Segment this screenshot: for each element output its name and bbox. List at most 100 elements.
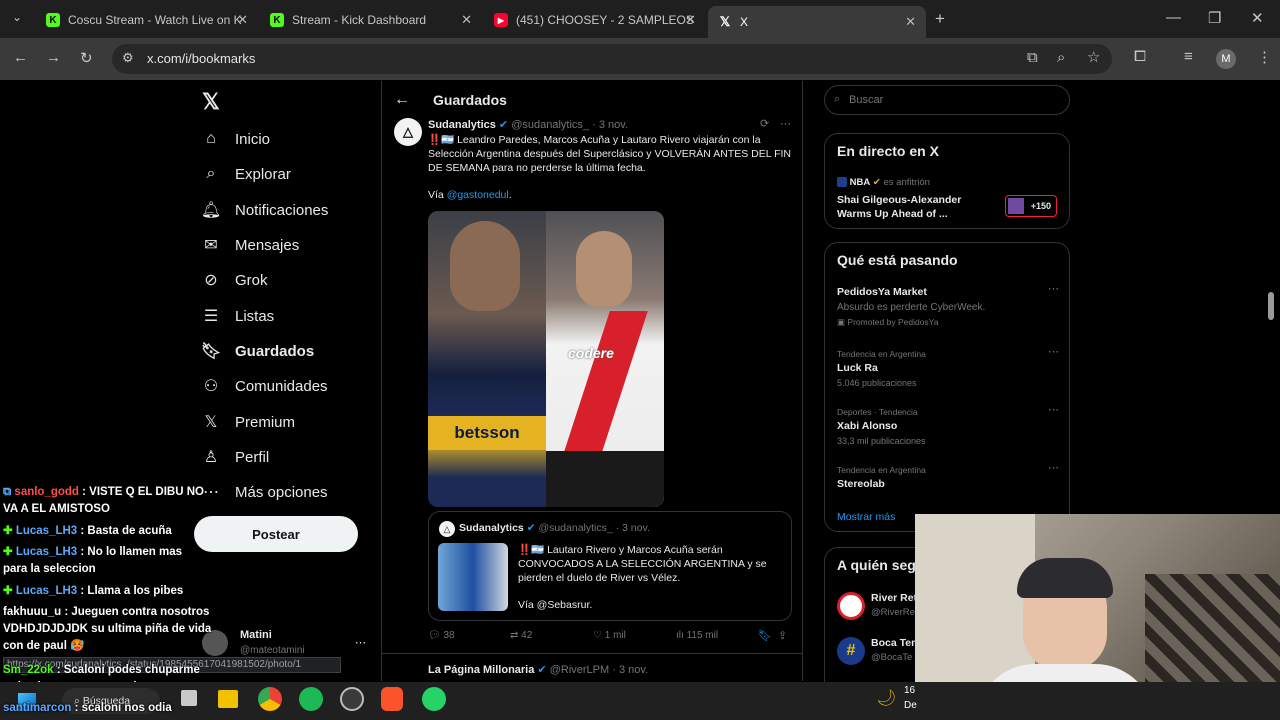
trend-item[interactable]: Tendencia en Argentina Luck Ra 5.046 pub…	[837, 346, 1059, 388]
close-window-icon[interactable]: ✕	[1251, 9, 1264, 27]
post-button[interactable]: Postear	[194, 516, 358, 552]
extensions-icon[interactable]: ⧠	[1134, 48, 1146, 65]
nav-label: Inicio	[235, 130, 271, 148]
spotify-icon[interactable]	[299, 687, 323, 711]
tweet-author[interactable]: Sudanalytics	[428, 119, 496, 131]
night-light-icon[interactable]: 🌙︎	[876, 688, 896, 708]
live-event[interactable]: Shai Gilgeous-Alexander Warms Up Ahead o…	[837, 193, 997, 221]
views-count: 115 mil	[686, 630, 719, 641]
quote-handle: @sudanalytics_	[538, 522, 613, 534]
nav-item-listas[interactable]: ☰ Listas	[202, 307, 275, 326]
mention-link[interactable]: @gastonedul	[447, 189, 509, 201]
brave-icon[interactable]	[381, 687, 403, 711]
trend-more-icon[interactable]: ⋯	[1048, 282, 1059, 295]
chat-badge-icon: ⧉	[3, 486, 12, 498]
search-input[interactable]: ⌕ Buscar	[824, 85, 1070, 115]
follow-name[interactable]: River Ret	[871, 592, 917, 604]
nav-item-perfil[interactable]: ♙ Perfil	[202, 448, 269, 467]
bookmark-icon[interactable]: 🔖︎	[758, 629, 772, 642]
minimize-icon[interactable]: —	[1166, 9, 1181, 26]
tab-youtube[interactable]: ▶ (451) CHOOSEY - 2 SAMPLEOS ✕	[484, 6, 706, 34]
site-info-icon[interactable]: ⚙	[122, 50, 134, 66]
url-field[interactable]: ⚙ x.com/i/bookmarks	[112, 44, 1112, 74]
menu-icon[interactable]: ⋮	[1257, 48, 1272, 66]
show-more-link[interactable]: Mostrar más	[837, 511, 895, 523]
views-button[interactable]: ılı 115 mil	[676, 630, 718, 641]
retweet-button[interactable]: ⇄ 42	[510, 630, 532, 641]
tweet-image[interactable]: betsson codere	[428, 211, 664, 507]
whatsapp-icon[interactable]	[422, 687, 446, 711]
close-icon[interactable]: ✕	[685, 12, 696, 28]
nav-item-explorar[interactable]: ⌕ Explorar	[202, 165, 291, 183]
reply-icon: 💬︎	[428, 630, 441, 641]
nav-label: Listas	[235, 307, 275, 325]
back-arrow-icon[interactable]: ←	[394, 91, 410, 109]
tweet-text: ‼️🇦🇷 Leandro Paredes, Marcos Acuña y Lau…	[428, 134, 792, 174]
page-scrollbar[interactable]	[1268, 292, 1274, 320]
chat-message: ✚ Lucas_LH3 : Llama a los pibes	[3, 583, 203, 600]
betsson-logo: betsson	[428, 416, 546, 450]
tab-coscu-stream[interactable]: K Coscu Stream - Watch Live on K ✕	[36, 6, 258, 34]
avatar[interactable]: △	[394, 118, 422, 146]
trend-item[interactable]: Deportes · Tendencia Xabi Alonso 33,3 mi…	[837, 404, 1059, 446]
reply-button[interactable]: 💬︎ 38	[428, 630, 455, 641]
profile-avatar[interactable]: M	[1216, 49, 1236, 69]
account-more-icon[interactable]: ⋯	[355, 636, 366, 649]
chrome-icon[interactable]	[258, 687, 282, 711]
tweet-more-icon[interactable]: ⋯	[780, 117, 791, 130]
live-host-suffix: es anfitrión	[883, 177, 930, 188]
forward-icon[interactable]: →	[46, 49, 61, 66]
tab-x[interactable]: 𝕏 X ✕	[708, 6, 926, 38]
tab-kick-dashboard[interactable]: K Stream - Kick Dashboard ✕	[260, 6, 482, 34]
trend-more-icon[interactable]: ⋯	[1048, 403, 1059, 416]
install-app-icon[interactable]: ⧉	[1027, 49, 1038, 66]
like-button[interactable]: ♡ 1 mil	[593, 630, 626, 641]
x-logo-icon[interactable]: 𝕏	[202, 89, 220, 115]
media-icon[interactable]: ≡	[1184, 48, 1193, 65]
trend-more-icon[interactable]: ⋯	[1048, 461, 1059, 474]
clock-date[interactable]: De	[904, 700, 917, 711]
new-tab-button[interactable]: +	[935, 9, 945, 29]
account-handle: @mateotamini	[240, 645, 305, 656]
file-explorer-icon[interactable]	[218, 690, 238, 708]
quote-via: Vía @Sebasrur.	[518, 599, 593, 611]
nav-item-mas-opciones[interactable]: ⋯ Más opciones	[202, 483, 328, 502]
views-icon: ılı	[676, 630, 684, 641]
codere-logo: codere	[568, 345, 614, 361]
follow-name[interactable]: Boca Ten	[871, 637, 917, 649]
nav-item-mensajes[interactable]: ✉ Mensajes	[202, 236, 299, 255]
trend-name: Xabi Alonso	[837, 420, 898, 432]
nav-item-guardados[interactable]: 🔖︎ Guardados	[201, 342, 314, 361]
zoom-icon[interactable]: ⌕	[1057, 49, 1065, 66]
close-icon[interactable]: ✕	[461, 12, 472, 28]
close-icon[interactable]: ✕	[237, 12, 248, 28]
share-icon[interactable]: ⇪	[778, 629, 787, 642]
trend-item[interactable]: PedidosYa Market Absurdo es perderte Cyb…	[837, 283, 1059, 328]
trend-context: Tendencia en Argentina	[837, 349, 926, 359]
chat-message: ✚ Lucas_LH3 : Basta de acuña	[3, 523, 203, 540]
nav-label: Comunidades	[235, 377, 328, 395]
next-tweet-header[interactable]: La Página Millonaria ✔ @RiverLPM · 3 nov…	[428, 663, 648, 676]
quoted-tweet[interactable]: △ Sudanalytics ✔ @sudanalytics_ · 3 nov.…	[428, 511, 792, 621]
close-icon[interactable]: ✕	[905, 14, 916, 30]
grok-icon[interactable]: ⟳	[760, 117, 769, 130]
nav-item-premium[interactable]: 𝕏 Premium	[202, 413, 295, 432]
chat-user: Lucas_LH3	[15, 546, 78, 558]
back-icon[interactable]: ←	[13, 49, 28, 66]
trend-more-icon[interactable]: ⋯	[1048, 345, 1059, 358]
river-avatar[interactable]	[837, 592, 865, 620]
maximize-icon[interactable]: ❐	[1208, 9, 1221, 27]
tab-search-icon[interactable]: ⌄	[12, 10, 22, 24]
trend-item[interactable]: Tendencia en Argentina Stereolab ⋯	[837, 462, 1059, 490]
live-listeners-badge[interactable]: +150	[1005, 195, 1057, 217]
reload-icon[interactable]: ↻	[80, 49, 93, 67]
nav-item-comunidades[interactable]: ⚇ Comunidades	[202, 377, 328, 396]
nav-item-notificaciones[interactable]: 🔔︎ Notificaciones	[201, 201, 329, 220]
star-icon[interactable]: ☆	[1087, 48, 1100, 66]
live-host[interactable]: NBA ✔ es anfitrión	[837, 177, 930, 188]
boca-avatar[interactable]: #	[837, 637, 865, 665]
obs-icon[interactable]	[340, 687, 364, 711]
nav-item-grok[interactable]: ⊘ Grok	[202, 271, 267, 290]
nav-item-inicio[interactable]: ⌂ Inicio	[202, 130, 270, 148]
clock-time[interactable]: 16	[904, 685, 915, 696]
